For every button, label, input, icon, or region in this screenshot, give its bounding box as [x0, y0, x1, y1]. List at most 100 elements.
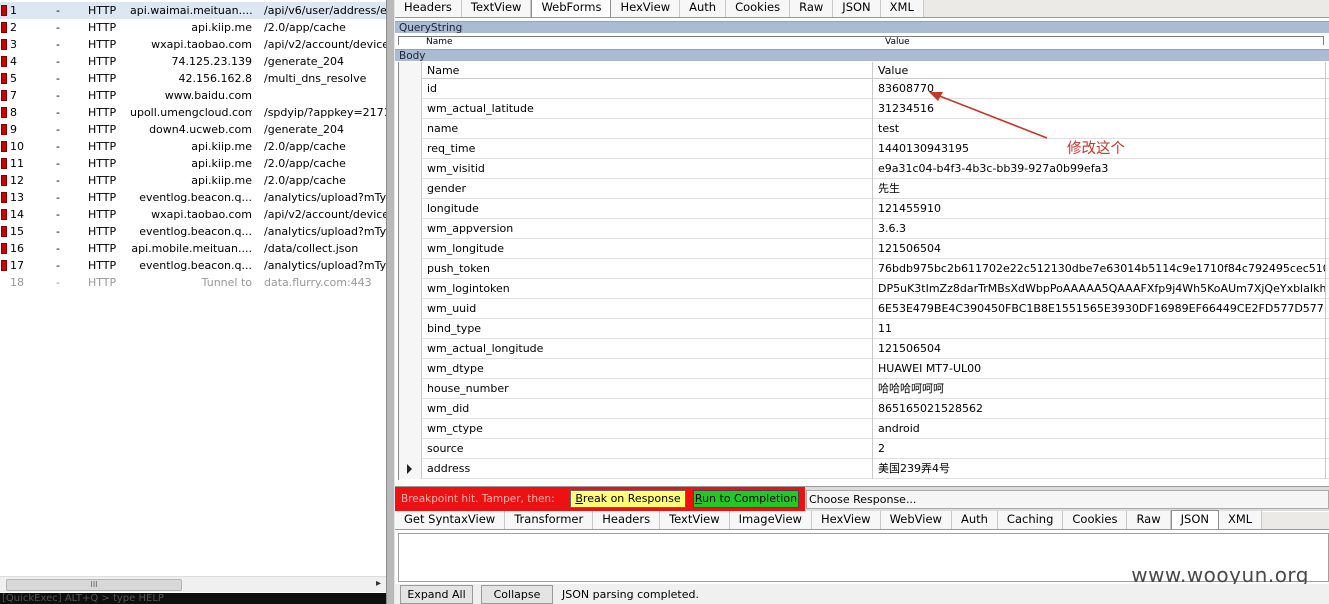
tab-auth[interactable]: Auth [680, 0, 727, 17]
session-row[interactable]: 13 - HTTP eventlog.beacon.q... /analytics/up… [0, 189, 386, 206]
session-row[interactable]: 8 - HTTP upoll.umengcloud.com/spdyip/?appke… [0, 104, 386, 121]
field-name[interactable]: wm_did [423, 399, 873, 419]
form-field-row[interactable]: gender 先生 [399, 179, 1329, 199]
row-selector[interactable] [399, 139, 422, 159]
session-row[interactable]: 11 - HTTP api.kiip.me/2.0/app/cache [0, 155, 386, 172]
tab-cookies[interactable]: Cookies [726, 0, 791, 17]
field-value[interactable]: 121455910 [874, 199, 1326, 219]
field-value[interactable]: 76bdb975bc2b611702e22c512130dbe7e63014b5… [874, 259, 1326, 279]
field-name[interactable]: longitude [423, 199, 873, 219]
tab-textview[interactable]: TextView [660, 511, 730, 529]
field-name[interactable]: wm_longitude [423, 239, 873, 259]
form-field-row[interactable]: house_number 哈哈哈呵呵呵 [399, 379, 1329, 399]
session-row[interactable]: 10 - HTTP api.kiip.me/2.0/app/cache [0, 138, 386, 155]
field-value[interactable]: 2 [874, 439, 1326, 459]
field-name[interactable]: source [423, 439, 873, 459]
row-selector[interactable] [399, 339, 422, 359]
field-name[interactable]: wm_logintoken [423, 279, 873, 299]
choose-response-dropdown[interactable]: Choose Response... [806, 490, 1329, 509]
tab-json[interactable]: JSON [1170, 510, 1219, 529]
horizontal-scrollbar[interactable]: III ▸ [0, 576, 386, 592]
session-row[interactable]: 16 - HTTP api.mobile.meituan.... /data/colle… [0, 240, 386, 257]
tab-headers[interactable]: Headers [593, 511, 661, 529]
tab-imageview[interactable]: ImageView [729, 511, 812, 529]
tab-get-syntaxview[interactable]: Get SyntaxView [395, 511, 506, 529]
tab-caching[interactable]: Caching [997, 511, 1064, 529]
form-field-row[interactable]: wm_ctype android [399, 419, 1329, 439]
session-row[interactable]: 5 - HTTP 42.156.162.8/multi_dns_resolve [0, 70, 386, 87]
field-name[interactable]: wm_ctype [423, 419, 873, 439]
row-selector[interactable] [399, 199, 422, 219]
form-field-row[interactable]: wm_appversion 3.6.3 [399, 219, 1329, 239]
tab-raw[interactable]: Raw [790, 0, 834, 17]
form-field-row[interactable]: bind_type 11 [399, 319, 1329, 339]
form-field-row[interactable]: push_token 76bdb975bc2b611702e22c512130db… [399, 259, 1329, 279]
run-to-completion-button[interactable]: Run to Completion [693, 490, 799, 508]
field-value[interactable]: android [874, 419, 1326, 439]
field-name[interactable]: gender [423, 179, 873, 199]
break-on-response-button[interactable]: Break on Response [570, 490, 686, 508]
field-value[interactable]: 865165021528562 [874, 399, 1326, 419]
field-name[interactable]: address [423, 459, 873, 479]
session-row[interactable]: 9 - HTTP down4.ucweb.com/generate_204 [0, 121, 386, 138]
form-field-row[interactable]: wm_visitid e9a31c04-b4f3-4b3c-bb39-927a0b… [399, 159, 1329, 179]
field-value[interactable]: 3.6.3 [874, 219, 1326, 239]
session-list[interactable]: 1 - HTTP api.waimai.meituan.... /api/v6/user… [0, 0, 386, 604]
row-selector[interactable] [399, 119, 422, 139]
form-field-row[interactable]: wm_logintoken DP5uK3tImZz8darTrMBsXdWbpPo… [399, 279, 1329, 299]
form-field-row[interactable]: wm_actual_latitude 31234516 [399, 99, 1329, 119]
session-row[interactable]: 14 - HTTP wxapi.taobao.com/api/v2/account/d… [0, 206, 386, 223]
scroll-thumb[interactable]: III [6, 579, 182, 591]
field-name[interactable]: push_token [423, 259, 873, 279]
form-field-row[interactable]: longitude 121455910 [399, 199, 1329, 219]
pane-splitter[interactable] [386, 0, 395, 604]
tab-hexview[interactable]: HexView [611, 0, 681, 17]
form-field-row[interactable]: req_time 1440130943195 [399, 139, 1329, 159]
field-name[interactable]: wm_visitid [423, 159, 873, 179]
session-row[interactable]: 18 - HTTP Tunnel to data.flurry.com:443 [0, 274, 386, 291]
row-selector[interactable] [399, 319, 422, 339]
tab-hexview[interactable]: HexView [811, 511, 881, 529]
field-name[interactable]: req_time [423, 139, 873, 159]
field-name[interactable]: wm_uuid [423, 299, 873, 319]
field-value[interactable]: 11 [874, 319, 1326, 339]
tab-auth[interactable]: Auth [951, 511, 998, 529]
form-field-row[interactable]: wm_dtype HUAWEI MT7-UL00 [399, 359, 1329, 379]
form-field-row[interactable]: address 美国239弄4号 [399, 459, 1329, 479]
tab-webview[interactable]: WebView [880, 511, 952, 529]
row-selector[interactable] [399, 179, 422, 199]
tab-xml[interactable]: XML [1219, 511, 1263, 529]
scroll-right-icon[interactable]: ▸ [376, 578, 381, 589]
field-value[interactable]: HUAWEI MT7-UL00 [874, 359, 1326, 379]
session-row[interactable]: 7 - HTTP www.baidu.com [0, 87, 386, 104]
session-row[interactable]: 1 - HTTP api.waimai.meituan.... /api/v6/user… [0, 2, 386, 19]
row-selector[interactable] [399, 259, 422, 279]
tab-webforms[interactable]: WebForms [531, 0, 612, 17]
row-selector[interactable] [399, 419, 422, 439]
field-name[interactable]: id [423, 79, 873, 99]
field-value[interactable]: 6E53E479BE4C390450FBC1B8E1551565E3930DF1… [874, 299, 1326, 319]
row-selector[interactable] [399, 439, 422, 459]
form-field-row[interactable]: wm_longitude 121506504 [399, 239, 1329, 259]
body-col-value[interactable]: Value [874, 62, 1326, 79]
row-selector[interactable] [399, 459, 422, 479]
form-field-row[interactable]: wm_actual_longitude 121506504 [399, 339, 1329, 359]
tab-xml[interactable]: XML [880, 0, 924, 17]
field-value[interactable]: 121506504 [874, 239, 1326, 259]
row-selector[interactable] [399, 79, 422, 99]
field-name[interactable]: wm_actual_longitude [423, 339, 873, 359]
field-name[interactable]: name [423, 119, 873, 139]
field-name[interactable]: wm_appversion [423, 219, 873, 239]
tab-textview[interactable]: TextView [461, 0, 532, 17]
form-field-row[interactable]: wm_uuid 6E53E479BE4C390450FBC1B8E1551565E… [399, 299, 1329, 319]
row-selector[interactable] [399, 399, 422, 419]
form-field-row[interactable]: wm_did 865165021528562 [399, 399, 1329, 419]
row-selector[interactable] [399, 379, 422, 399]
field-value[interactable]: 哈哈哈呵呵呵 [874, 379, 1326, 399]
tab-headers[interactable]: Headers [395, 0, 462, 17]
form-field-row[interactable]: id 83608770 [399, 79, 1329, 99]
row-selector[interactable] [399, 359, 422, 379]
row-selector[interactable] [399, 99, 422, 119]
tab-raw[interactable]: Raw [1127, 511, 1171, 529]
field-value[interactable]: e9a31c04-b4f3-4b3c-bb39-927a0b99efa3 [874, 159, 1326, 179]
